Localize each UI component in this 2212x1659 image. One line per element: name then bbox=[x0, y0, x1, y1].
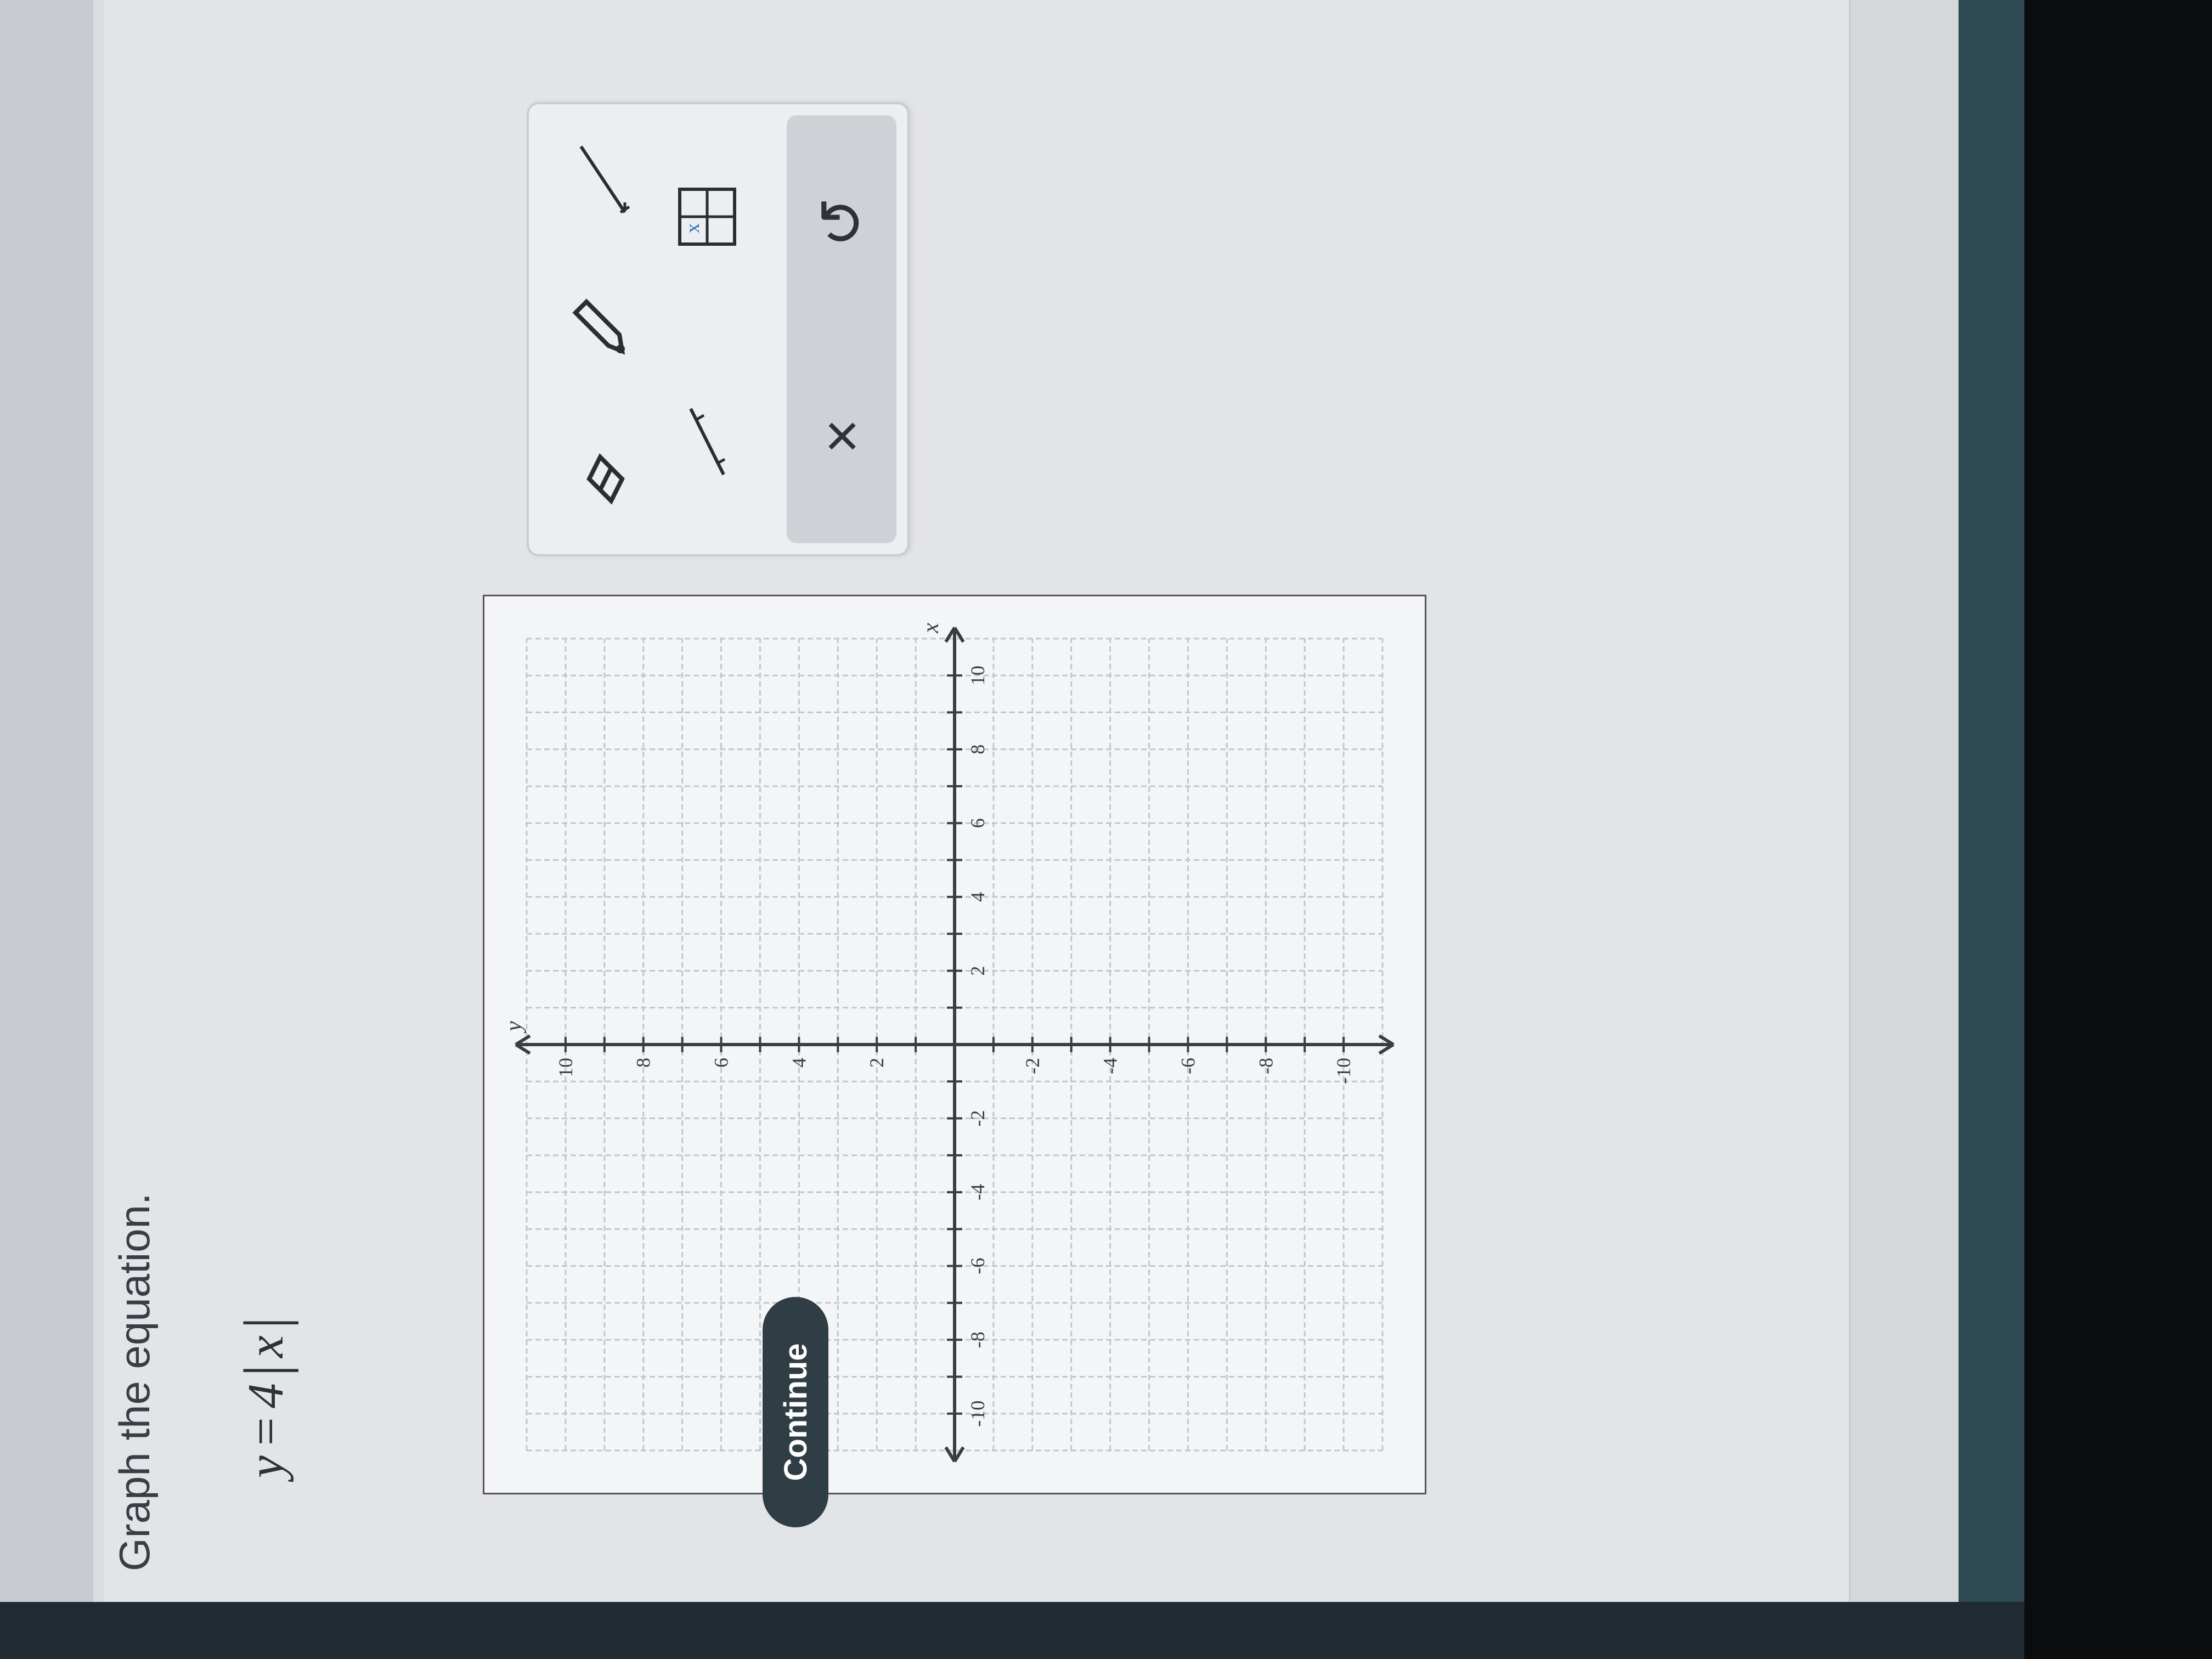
clear-button[interactable]: × bbox=[807, 387, 877, 486]
equation-equals: = bbox=[237, 1415, 294, 1449]
x-tick-label: -10 bbox=[967, 1401, 989, 1427]
y-tick-label: -10 bbox=[1333, 1058, 1355, 1084]
x-tick-label: 6 bbox=[967, 818, 989, 828]
y-tick-label: -2 bbox=[1022, 1058, 1043, 1074]
graph-toolbox: x × ↺ bbox=[527, 102, 910, 556]
y-tick-label: 6 bbox=[710, 1058, 732, 1068]
y-tick-label: 4 bbox=[788, 1058, 810, 1068]
y-tick-label: -4 bbox=[1099, 1058, 1121, 1074]
abs-bar-right: | bbox=[232, 1317, 298, 1329]
equation-var: x bbox=[237, 1335, 294, 1358]
eraser-icon[interactable] bbox=[559, 435, 647, 523]
svg-text:x: x bbox=[681, 223, 703, 233]
continue-button[interactable]: Continue bbox=[763, 1297, 828, 1527]
x-tick-label: 2 bbox=[967, 966, 989, 975]
undo-button[interactable]: ↺ bbox=[806, 173, 877, 272]
x-tick-label: -2 bbox=[967, 1110, 989, 1127]
equation-lhs: y bbox=[237, 1455, 294, 1478]
toolbox-row-2: x bbox=[650, 104, 765, 554]
question-title: Graph the equation. bbox=[110, 1193, 159, 1571]
x-tick-label: -8 bbox=[967, 1331, 989, 1348]
toolbox-actions: × ↺ bbox=[787, 115, 896, 543]
x-axis-label: x bbox=[918, 623, 944, 634]
rotated-content: Graph the equation. y = 4 | x | x y -10 -8 -… bbox=[0, 0, 2212, 1659]
graph-canvas[interactable]: x y -10 -8 -6 -4 -2 2 4 6 8 10 10 8 6 4 2 -2 -4 -6 -8 -10 bbox=[481, 593, 1428, 1496]
table-icon[interactable]: x bbox=[663, 173, 751, 261]
equation-coef: 4 bbox=[237, 1383, 294, 1409]
y-tick-label: 10 bbox=[555, 1058, 577, 1077]
x-tick-label: 10 bbox=[967, 665, 989, 685]
x-tick-label: -4 bbox=[967, 1184, 989, 1200]
coordinate-grid[interactable]: xy-10-8-6-4-224681010 8 6 4 2 -2 -4 -6 -8 -10 bbox=[481, 593, 1428, 1496]
x-tick-label: 4 bbox=[967, 892, 989, 902]
y-tick-label: -6 bbox=[1177, 1058, 1199, 1074]
pencil-icon[interactable] bbox=[559, 285, 647, 373]
ray-icon[interactable] bbox=[663, 398, 751, 486]
y-tick-label: 2 bbox=[866, 1058, 888, 1068]
y-tick-label: 8 bbox=[633, 1058, 654, 1068]
y-tick-label: -8 bbox=[1255, 1058, 1277, 1074]
abs-bar-left: | bbox=[232, 1364, 298, 1377]
toolbox-row-1 bbox=[545, 104, 661, 554]
line-icon[interactable] bbox=[559, 136, 647, 223]
x-tick-label: 8 bbox=[967, 744, 989, 754]
x-tick-label: -6 bbox=[967, 1258, 989, 1274]
equation: y = 4 | x | bbox=[230, 1317, 300, 1478]
